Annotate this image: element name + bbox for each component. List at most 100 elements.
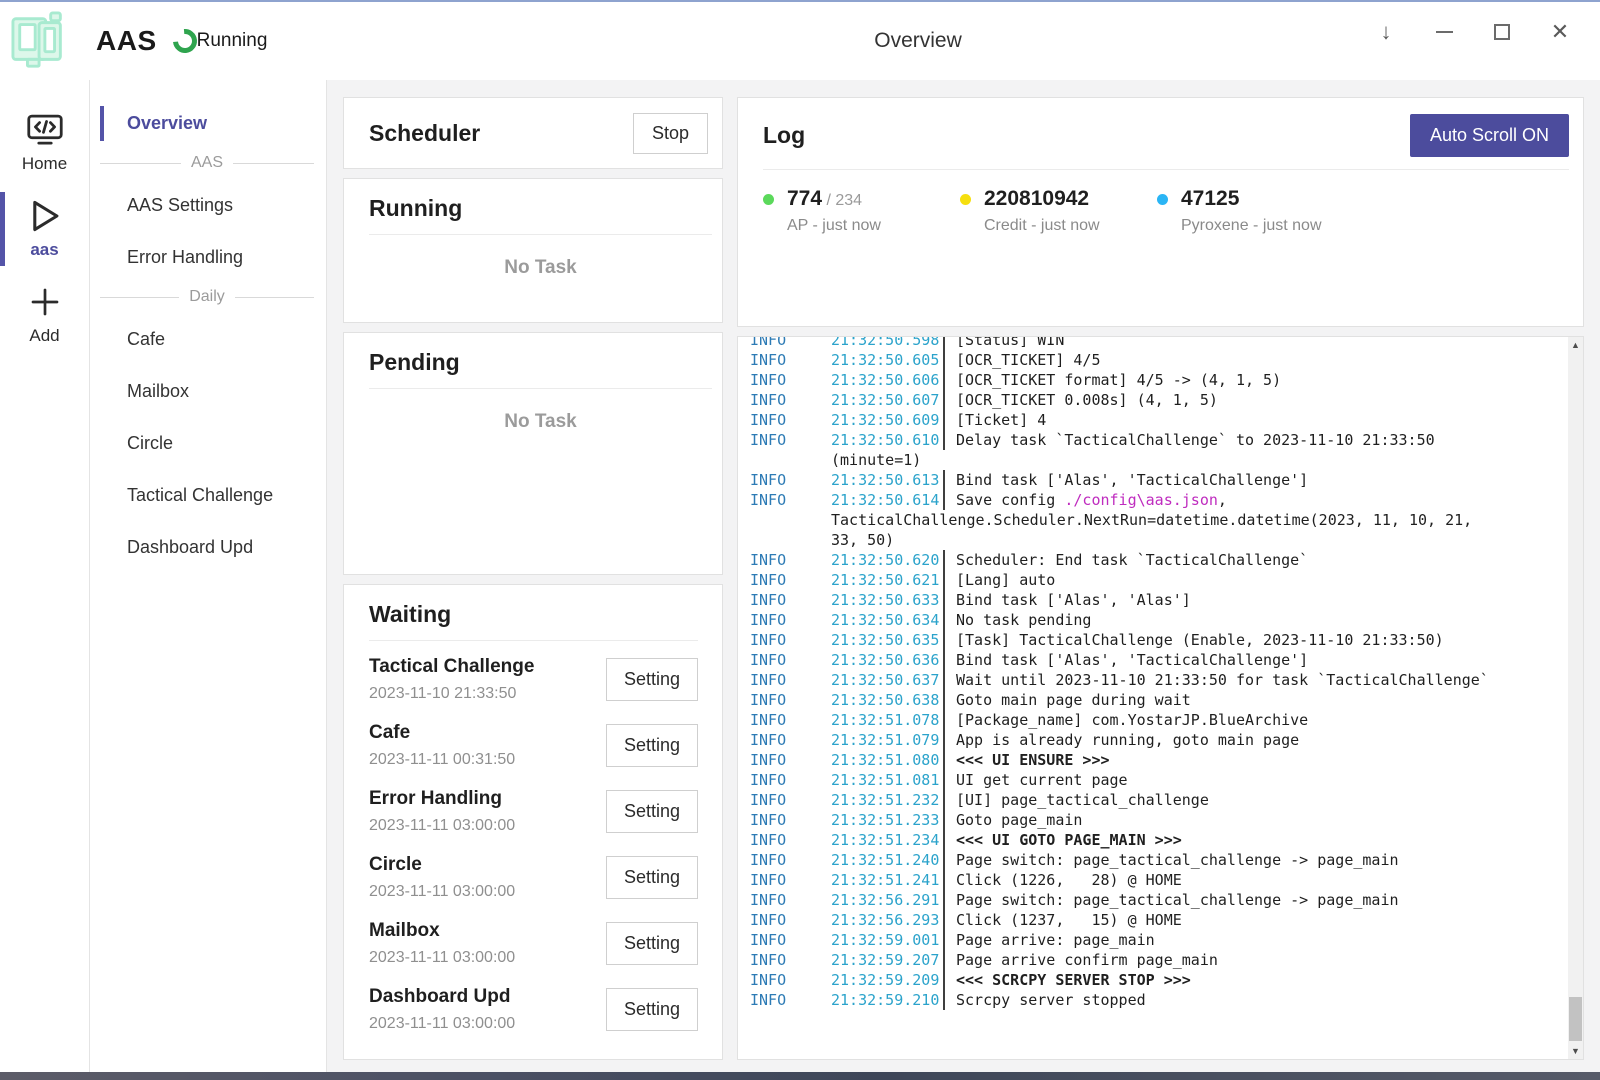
nav-item-error-handling[interactable]: Error Handling xyxy=(90,236,326,279)
stat-label: Credit - just now xyxy=(984,217,1100,235)
log-separator xyxy=(943,590,945,610)
log-timestamp: 21:32:50.609 xyxy=(831,410,943,430)
log-level: INFO xyxy=(750,970,831,990)
log-line-continuation: 33, 50) xyxy=(750,530,1568,550)
rail-item-label: Home xyxy=(22,154,67,174)
nav-item-aas-settings[interactable]: AAS Settings xyxy=(90,184,326,227)
waiting-task-info: Cafe2023-11-11 00:31:50 xyxy=(369,722,515,769)
log-timestamp: 21:32:50.613 xyxy=(831,470,943,490)
log-timestamp: 21:32:51.080 xyxy=(831,750,943,770)
log-line: INFO21:32:51.241Click (1226, 28) @ HOME xyxy=(750,870,1568,890)
log-level: INFO xyxy=(750,890,831,910)
log-line: INFO21:32:56.291Page switch: page_tactic… xyxy=(750,890,1568,910)
stat-value: 220810942 xyxy=(984,187,1100,211)
setting-button[interactable]: Setting xyxy=(606,724,698,767)
log-separator xyxy=(943,910,945,930)
waiting-task-row: Cafe2023-11-11 00:31:50 Setting xyxy=(369,713,698,779)
log-level: INFO xyxy=(750,490,831,510)
log-output[interactable]: INFO21:32:50.598[Status] WININFO21:32:50… xyxy=(738,337,1568,1059)
stat-body: 47125Pyroxene - just now xyxy=(1181,187,1322,235)
stat-item: 220810942 Credit - just now xyxy=(960,187,1157,235)
log-message: Delay task `TacticalChallenge` to 2023-1… xyxy=(956,430,1435,450)
log-level: INFO xyxy=(750,410,831,430)
log-line: INFO21:32:50.634No task pending xyxy=(750,610,1568,630)
setting-button[interactable]: Setting xyxy=(606,658,698,701)
log-timestamp: 21:32:50.636 xyxy=(831,650,943,670)
log-level: INFO xyxy=(750,790,831,810)
log-separator xyxy=(943,390,945,410)
log-timestamp: 21:32:59.209 xyxy=(831,970,943,990)
scrollbar-track[interactable] xyxy=(1568,353,1583,1043)
divider xyxy=(369,388,712,389)
window-controls: ↓ ✕ xyxy=(1374,20,1572,44)
setting-button[interactable]: Setting xyxy=(606,856,698,899)
stat-label: Pyroxene - just now xyxy=(1181,217,1322,235)
log-separator xyxy=(943,370,945,390)
log-line: INFO21:32:50.638Goto main page during wa… xyxy=(750,690,1568,710)
app-logo-icon xyxy=(10,11,72,71)
log-line: INFO21:32:51.081UI get current page xyxy=(750,770,1568,790)
rail-item-add[interactable]: Add xyxy=(0,272,89,358)
close-icon[interactable]: ✕ xyxy=(1548,20,1572,44)
nav-item-circle[interactable]: Circle xyxy=(90,422,326,465)
log-line-continuation: (minute=1) xyxy=(750,450,1568,470)
waiting-task-name: Circle xyxy=(369,854,515,876)
app-status: Running xyxy=(197,30,268,52)
log-separator xyxy=(943,730,945,750)
auto-scroll-button[interactable]: Auto Scroll ON xyxy=(1410,114,1569,157)
waiting-task-list: Tactical Challenge2023-11-10 21:33:50Set… xyxy=(369,647,698,1043)
stat-value: 774 / 234 xyxy=(787,187,881,211)
rail-item-home[interactable]: Home xyxy=(0,100,89,186)
log-scrollbar[interactable]: ▲ ▼ xyxy=(1568,337,1583,1059)
log-line: INFO21:32:56.293Click (1237, 15) @ HOME xyxy=(750,910,1568,930)
waiting-task-next-run: 2023-11-11 03:00:00 xyxy=(369,817,515,835)
pending-title: Pending xyxy=(369,349,712,376)
log-separator xyxy=(943,550,945,570)
plus-icon xyxy=(25,282,65,322)
log-separator xyxy=(943,410,945,430)
log-line: INFO21:32:59.207Page arrive confirm page… xyxy=(750,950,1568,970)
stop-button[interactable]: Stop xyxy=(633,113,708,154)
pending-card: Pending No Task xyxy=(343,332,723,575)
setting-button[interactable]: Setting xyxy=(606,922,698,965)
nav-item-dashboard-upd[interactable]: Dashboard Upd xyxy=(90,526,326,569)
log-message: Click (1237, 15) @ HOME xyxy=(956,910,1182,930)
log-line-continuation: TacticalChallenge.Scheduler.NextRun=date… xyxy=(750,510,1568,530)
nav-item-mailbox[interactable]: Mailbox xyxy=(90,370,326,413)
log-timestamp: 21:32:50.634 xyxy=(831,610,943,630)
log-level: INFO xyxy=(750,430,831,450)
waiting-task-name: Error Handling xyxy=(369,788,515,810)
waiting-task-row: Circle2023-11-11 03:00:00Setting xyxy=(369,845,698,911)
log-separator xyxy=(943,770,945,790)
log-line: INFO21:32:59.001Page arrive: page_main xyxy=(750,930,1568,950)
log-message: Goto page_main xyxy=(956,810,1082,830)
setting-button[interactable]: Setting xyxy=(606,988,698,1031)
nav-item-overview[interactable]: Overview xyxy=(90,102,326,145)
nav-item-tactical-challenge[interactable]: Tactical Challenge xyxy=(90,474,326,517)
scrollbar-down-arrow-icon[interactable]: ▼ xyxy=(1568,1043,1583,1059)
log-line: INFO21:32:50.607[OCR_TICKET 0.008s] (4, … xyxy=(750,390,1568,410)
log-message: [Lang] auto xyxy=(956,570,1055,590)
scrollbar-thumb[interactable] xyxy=(1569,997,1582,1041)
nav-item-cafe[interactable]: Cafe xyxy=(90,318,326,361)
running-card: Running No Task xyxy=(343,178,723,323)
divider xyxy=(763,169,1569,170)
nav-sidebar: OverviewAASAAS SettingsError HandlingDai… xyxy=(90,80,327,1072)
scheduler-card: Scheduler Stop xyxy=(343,97,723,169)
nav-group-divider: AAS xyxy=(100,154,314,172)
log-timestamp: 21:32:51.233 xyxy=(831,810,943,830)
log-message: Wait until 2023-11-10 21:33:50 for task … xyxy=(956,670,1489,690)
download-arrow-icon[interactable]: ↓ xyxy=(1374,20,1398,44)
scrollbar-up-arrow-icon[interactable]: ▲ xyxy=(1568,337,1583,353)
waiting-task-name: Cafe xyxy=(369,722,515,744)
log-message: (minute=1) xyxy=(831,450,921,470)
setting-button[interactable]: Setting xyxy=(606,790,698,833)
minimize-icon[interactable] xyxy=(1432,20,1456,44)
log-line: INFO21:32:51.233Goto page_main xyxy=(750,810,1568,830)
stat-label: AP - just now xyxy=(787,217,881,235)
waiting-task-row: Error Handling 2023-11-11 03:00:00 Setting xyxy=(369,779,698,845)
log-separator xyxy=(943,650,945,670)
rail-item-aas[interactable]: aas xyxy=(0,186,89,272)
maximize-icon[interactable] xyxy=(1490,20,1514,44)
scheduler-title: Scheduler xyxy=(369,120,480,147)
